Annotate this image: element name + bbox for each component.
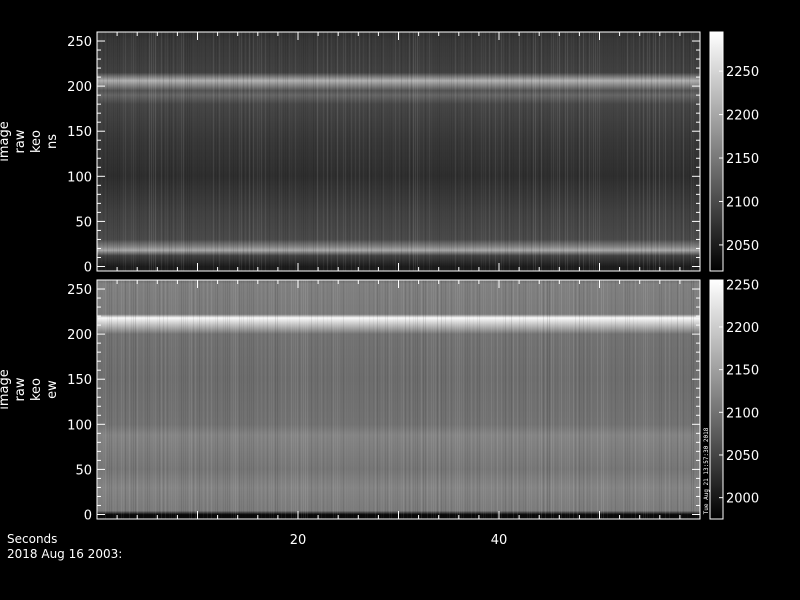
ns-keogram-panel: 0 50 100 150 200 250 image raw keo ns 2050 2100 2150… [0,31,759,275]
colorbar-tick-label: 2100 [726,406,759,421]
y-tick-label: 50 [75,215,92,230]
colorbar-tick-label: 2150 [726,152,759,167]
x-tick-label: 20 [290,533,307,548]
y-tick-label: 150 [67,125,92,140]
colorbar-tick-label: 2200 [726,109,759,124]
ew-keogram-panel: 0 50 100 150 200 250 image raw keo ew 2000 2050 2100… [0,278,759,523]
footer-timestamp: 2018 Aug 16 2003: [7,547,123,561]
y-axis-label: keo [29,378,44,401]
y-tick-label: 200 [67,80,92,95]
colorbar [709,31,724,272]
colorbar [709,279,724,520]
y-axis-label: image [0,121,12,162]
colorbar-tick-label: 2250 [726,65,759,80]
colorbar-tick-label: 2000 [726,492,759,507]
keogram-plot: 050100150200250image raw keo ns205021002150… [0,31,759,548]
colorbar-tick-label: 2150 [726,364,759,379]
y-axis-label: image [0,369,12,410]
y-axis-label: ew [45,380,60,399]
y-tick-label: 250 [67,283,92,298]
y-tick-label: 0 [84,508,92,523]
colorbar-tick-label: 2200 [726,321,759,336]
colorbar-tick-label: 2250 [726,278,759,293]
colorbar-tick-label: 2050 [726,239,759,254]
y-tick-label: 0 [84,260,92,275]
y-tick-label: 200 [67,328,92,343]
colorbar-annotation: Tue Aug 21 13:57:30 2018 [703,427,710,514]
y-axis-label: raw [13,377,28,401]
x-tick-label: 40 [491,533,508,548]
y-tick-label: 100 [67,170,92,185]
colorbar-tick-label: 2100 [726,195,759,210]
y-tick-label: 150 [67,373,92,388]
y-axis-label: raw [13,129,28,153]
x-axis: 20 40 [290,533,508,548]
y-axis-label: keo [29,130,44,153]
y-tick-label: 100 [67,418,92,433]
colorbar-tick-label: 2050 [726,449,759,464]
y-axis-label: ns [45,134,60,149]
x-axis-label: Seconds [7,532,58,546]
y-tick-label: 50 [75,463,92,478]
y-tick-label: 250 [67,35,92,50]
